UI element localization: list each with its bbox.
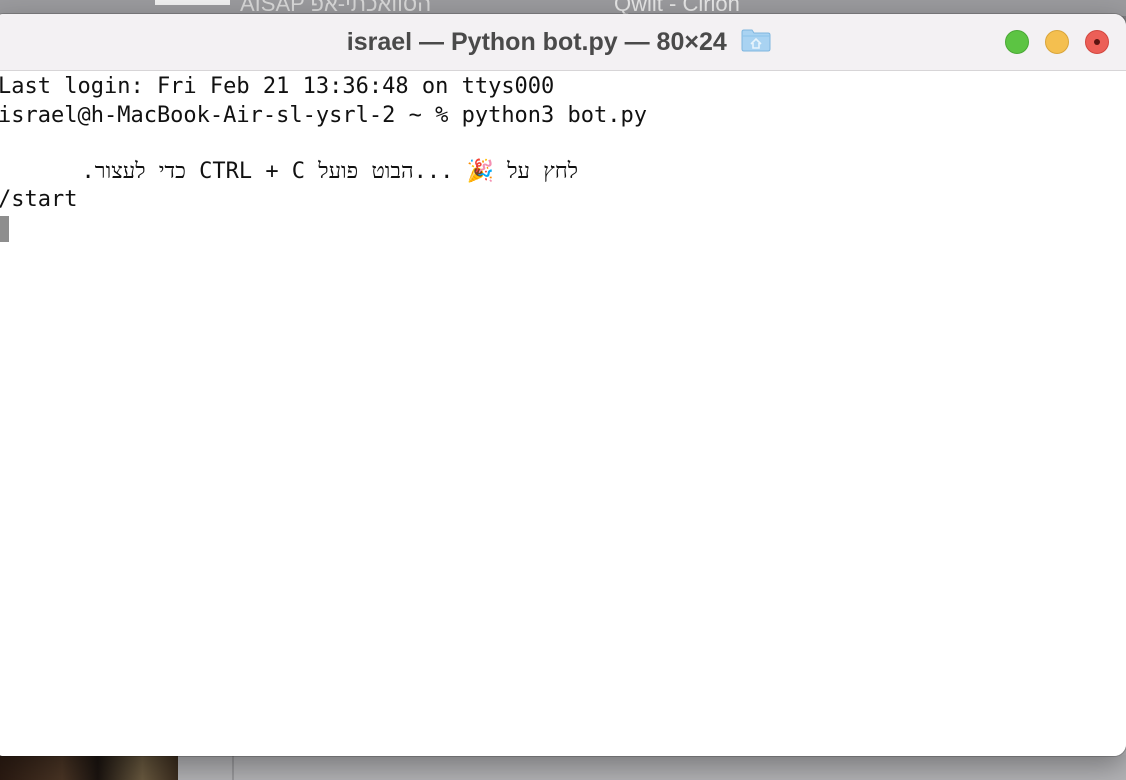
terminal-line-bot-status: לחץ על 🎉 ...הבוט פועל CTRL + C כדי לעצור… <box>81 159 578 184</box>
terminal-window[interactable]: israel — Python bot.py — 80×24 Last logi… <box>0 14 1126 756</box>
terminal-cursor <box>0 216 9 242</box>
background-window-tab <box>155 0 230 5</box>
window-title-group: israel — Python bot.py — 80×24 <box>0 25 1126 59</box>
close-button[interactable] <box>1085 30 1109 54</box>
background-window-edge <box>178 755 1126 780</box>
zoom-button[interactable] <box>1005 30 1029 54</box>
background-divider <box>232 755 234 780</box>
folder-home-icon <box>741 28 771 52</box>
window-title: israel — Python bot.py — 80×24 <box>346 28 727 56</box>
window-titlebar[interactable]: israel — Python bot.py — 80×24 <box>0 14 1126 71</box>
terminal-output[interactable]: Last login: Fri Feb 21 13:36:48 on ttys0… <box>0 71 1126 756</box>
terminal-line-start: /start <box>0 187 78 212</box>
terminal-line-last-login: Last login: Fri Feb 21 13:36:48 on ttys0… <box>0 74 555 99</box>
close-icon <box>1094 39 1100 45</box>
minimize-button[interactable] <box>1045 30 1069 54</box>
terminal-line-command: israel@h-MacBook-Air-sl-ysrl-2 ~ % pytho… <box>0 103 648 128</box>
